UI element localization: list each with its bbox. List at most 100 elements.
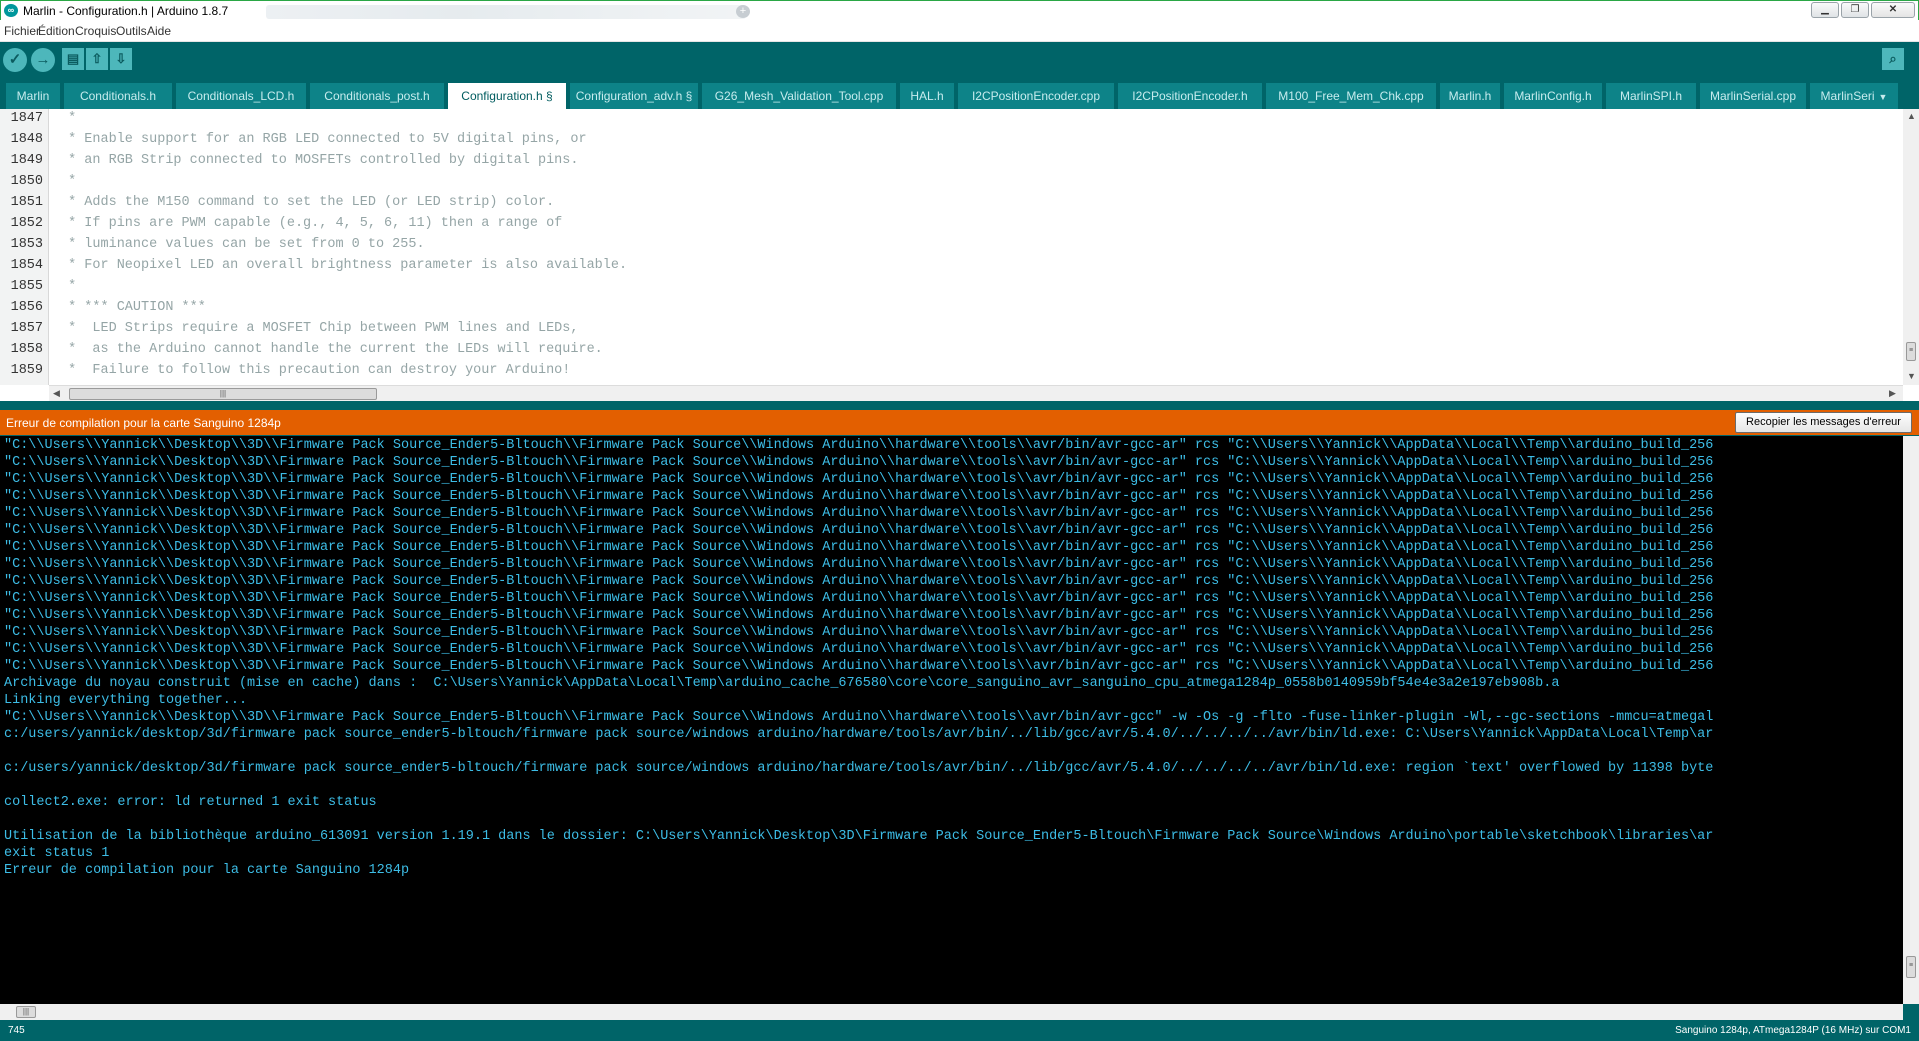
console-line: "C:\\Users\\Yannick\\Desktop\\3D\\Firmwa…: [4, 625, 1714, 640]
console-line: "C:\\Users\\Yannick\\Desktop\\3D\\Firmwa…: [4, 642, 1714, 657]
console-horizontal-scrollbar[interactable]: |||: [0, 1004, 1903, 1020]
code-line: * as the Arduino cannot handle the curre…: [60, 342, 603, 357]
menu-croquis[interactable]: Croquis: [75, 24, 116, 38]
arduino-logo-icon: ∞: [4, 4, 18, 17]
console-vertical-scrollbar[interactable]: ≡: [1903, 436, 1919, 1004]
arduino-ide-window: ∞ Marlin - Configuration.h | Arduino 1.8…: [0, 0, 1919, 1041]
footer-status: 745 Sanguino 1284p, ATmega1284P (16 MHz)…: [0, 1022, 1919, 1041]
tab-g26-mesh-validation-tool[interactable]: G26_Mesh_Validation_Tool.cpp: [702, 83, 898, 109]
line-number: 1854: [10, 258, 43, 273]
chevron-down-icon[interactable]: ▼: [1879, 84, 1888, 109]
code-line: * Failure to follow this precaution can …: [60, 363, 571, 378]
console-line: "C:\\Users\\Yannick\\Desktop\\3D\\Firmwa…: [4, 557, 1714, 572]
code-editor[interactable]: 1847 1848 1849 1850 1851 1852 1853 1854 …: [0, 109, 1919, 401]
editor-vertical-scrollbar[interactable]: ▲ ≡ ▼: [1903, 109, 1919, 385]
tab-conditionals-lcd-h[interactable]: Conditionals_LCD.h: [176, 83, 308, 109]
save-sketch-icon[interactable]: ⇩: [110, 48, 132, 70]
open-sketch-icon[interactable]: ⇧: [86, 48, 108, 70]
tab-overflow-menu[interactable]: MarlinSeri ▼: [1810, 83, 1900, 109]
console-line: "C:\\Users\\Yannick\\Desktop\\3D\\Firmwa…: [4, 574, 1714, 589]
code-line: *: [60, 279, 77, 294]
window-title: Marlin - Configuration.h | Arduino 1.8.7: [23, 4, 229, 18]
code-line: * LED Strips require a MOSFET Chip betwe…: [60, 321, 579, 336]
console-line: "C:\\Users\\Yannick\\Desktop\\3D\\Firmwa…: [4, 438, 1714, 453]
editor-vertical-scroll-thumb[interactable]: ≡: [1906, 342, 1916, 361]
console-line: Archivage du noyau construit (mise en ca…: [4, 676, 1560, 691]
console-output[interactable]: "C:\\Users\\Yannick\\Desktop\\3D\\Firmwa…: [0, 436, 1919, 1004]
scroll-right-icon[interactable]: ▶: [1889, 388, 1896, 399]
code-line: * If pins are PWM capable (e.g., 4, 5, 6…: [60, 216, 563, 231]
tab-conditionals-post-h[interactable]: Conditionals_post.h: [310, 83, 446, 109]
line-number-gutter: 1847 1848 1849 1850 1851 1852 1853 1854 …: [0, 109, 49, 385]
menu-edition[interactable]: Édition: [38, 24, 75, 38]
scroll-down-icon[interactable]: ▼: [1907, 371, 1916, 381]
copy-error-messages-button[interactable]: Recopier les messages d'erreur: [1735, 412, 1912, 433]
console-horizontal-scroll-thumb[interactable]: |||: [16, 1006, 36, 1018]
title-bar: ∞ Marlin - Configuration.h | Arduino 1.8…: [0, 0, 1919, 20]
tab-i2cpositionencoder-cpp[interactable]: I2CPositionEncoder.cpp: [958, 83, 1116, 109]
line-number: 1849: [10, 153, 43, 168]
menu-bar: Fichier Édition Croquis Outils Aide: [0, 20, 1919, 42]
maximize-icon[interactable]: ❐: [1841, 2, 1869, 18]
background-window-tabs: [266, 5, 746, 19]
console-line: "C:\\Users\\Yannick\\Desktop\\3D\\Firmwa…: [4, 506, 1714, 521]
code-line: * an RGB Strip connected to MOSFETs cont…: [60, 153, 579, 168]
console-line: "C:\\Users\\Yannick\\Desktop\\3D\\Firmwa…: [4, 608, 1714, 623]
close-icon[interactable]: ✕: [1871, 2, 1915, 18]
code-text-area[interactable]: * * Enable support for an RGB LED connec…: [60, 109, 1900, 385]
code-line: * *** CAUTION ***: [60, 300, 206, 315]
tab-overflow-label: MarlinSeri: [1820, 89, 1875, 103]
console-vertical-scroll-thumb[interactable]: ≡: [1906, 956, 1916, 978]
scroll-up-icon[interactable]: ▲: [1907, 111, 1916, 121]
console-line: "C:\\Users\\Yannick\\Desktop\\3D\\Firmwa…: [4, 540, 1714, 555]
console-line: "C:\\Users\\Yannick\\Desktop\\3D\\Firmwa…: [4, 659, 1714, 674]
cursor-line-number: 745: [8, 1025, 25, 1036]
line-number: 1847: [10, 111, 43, 126]
console-line: "C:\\Users\\Yannick\\Desktop\\3D\\Firmwa…: [4, 591, 1714, 606]
minimize-icon[interactable]: ▁: [1811, 2, 1839, 18]
editor-horizontal-scroll-thumb[interactable]: |||: [69, 388, 377, 400]
tab-marlinconfig-h[interactable]: MarlinConfig.h: [1504, 83, 1604, 109]
line-number: 1857: [10, 321, 43, 336]
line-number: 1858: [10, 342, 43, 357]
tab-m100-free-mem-chk[interactable]: M100_Free_Mem_Chk.cpp: [1266, 83, 1438, 109]
console-line: "C:\\Users\\Yannick\\Desktop\\3D\\Firmwa…: [4, 710, 1714, 725]
menu-outils[interactable]: Outils: [116, 24, 147, 38]
menu-fichier[interactable]: Fichier: [4, 24, 40, 38]
code-line: * For Neopixel LED an overall brightness…: [60, 258, 628, 273]
console-line: Utilisation de la bibliothèque arduino_6…: [4, 829, 1714, 844]
menu-aide[interactable]: Aide: [147, 24, 171, 38]
serial-monitor-icon[interactable]: ⌕: [1882, 48, 1904, 70]
tab-marlin[interactable]: Marlin: [6, 83, 62, 109]
new-tab-icon: +: [736, 5, 750, 18]
tab-marlinserial-cpp[interactable]: MarlinSerial.cpp: [1700, 83, 1808, 109]
console-line: collect2.exe: error: ld returned 1 exit …: [4, 795, 377, 810]
tab-i2cpositionencoder-h[interactable]: I2CPositionEncoder.h: [1118, 83, 1264, 109]
tab-marlinspi-h[interactable]: MarlinSPI.h: [1606, 83, 1698, 109]
tab-configuration-h[interactable]: Configuration.h §: [448, 83, 568, 109]
console-line: c:/users/yannick/desktop/3d/firmware pac…: [4, 761, 1714, 776]
tab-hal-h[interactable]: HAL.h: [900, 83, 956, 109]
error-status-bar: Erreur de compilation pour la carte Sang…: [0, 410, 1919, 435]
code-line: *: [60, 174, 77, 189]
window-controls: ▁ ❐ ✕: [1811, 2, 1915, 18]
tab-configuration-adv-h[interactable]: Configuration_adv.h §: [570, 83, 700, 109]
upload-icon[interactable]: →: [31, 48, 55, 72]
line-number: 1856: [10, 300, 43, 315]
code-line: * Enable support for an RGB LED connecte…: [60, 132, 587, 147]
console-line: c:/users/yannick/desktop/3d/firmware pac…: [4, 727, 1714, 742]
tab-marlin-h[interactable]: Marlin.h: [1440, 83, 1502, 109]
code-line: * luminance values can be set from 0 to …: [60, 237, 425, 252]
verify-icon[interactable]: ✓: [3, 48, 27, 72]
console-line: "C:\\Users\\Yannick\\Desktop\\3D\\Firmwa…: [4, 523, 1714, 538]
toolbar: ✓ → ▤ ⇧ ⇩ ⌕: [0, 42, 1919, 77]
console-line: exit status 1: [4, 846, 110, 861]
line-number: 1855: [10, 279, 43, 294]
editor-horizontal-scrollbar[interactable]: ◀ ||| ▶: [49, 385, 1903, 401]
console-line: Erreur de compilation pour la carte Sang…: [4, 863, 410, 878]
line-number: 1848: [10, 132, 43, 147]
scroll-left-icon[interactable]: ◀: [53, 388, 60, 399]
tab-conditionals-h[interactable]: Conditionals.h: [64, 83, 174, 109]
console-line: "C:\\Users\\Yannick\\Desktop\\3D\\Firmwa…: [4, 489, 1714, 504]
new-sketch-icon[interactable]: ▤: [62, 48, 84, 70]
